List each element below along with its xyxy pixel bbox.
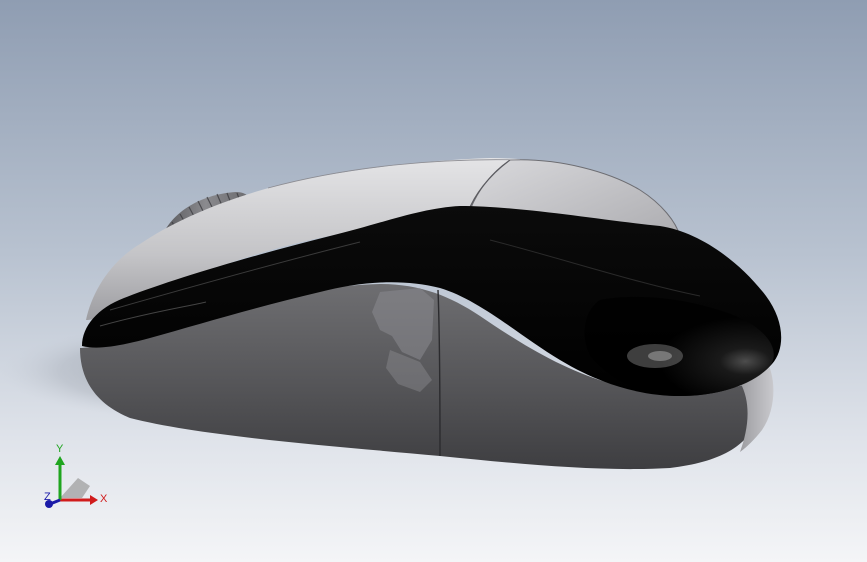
x-axis-arrowhead [90,495,98,505]
graphics-viewport[interactable]: X Y Z [0,0,867,562]
x-axis-label: X [100,493,108,505]
axis-triad[interactable]: X Y Z [38,440,118,520]
specular-highlight [648,351,672,361]
triad-gray-plane [60,478,90,498]
y-axis-arrowhead [55,456,65,465]
y-axis-label: Y [56,443,64,455]
model-view[interactable] [0,0,867,562]
z-axis-label: Z [44,491,51,503]
